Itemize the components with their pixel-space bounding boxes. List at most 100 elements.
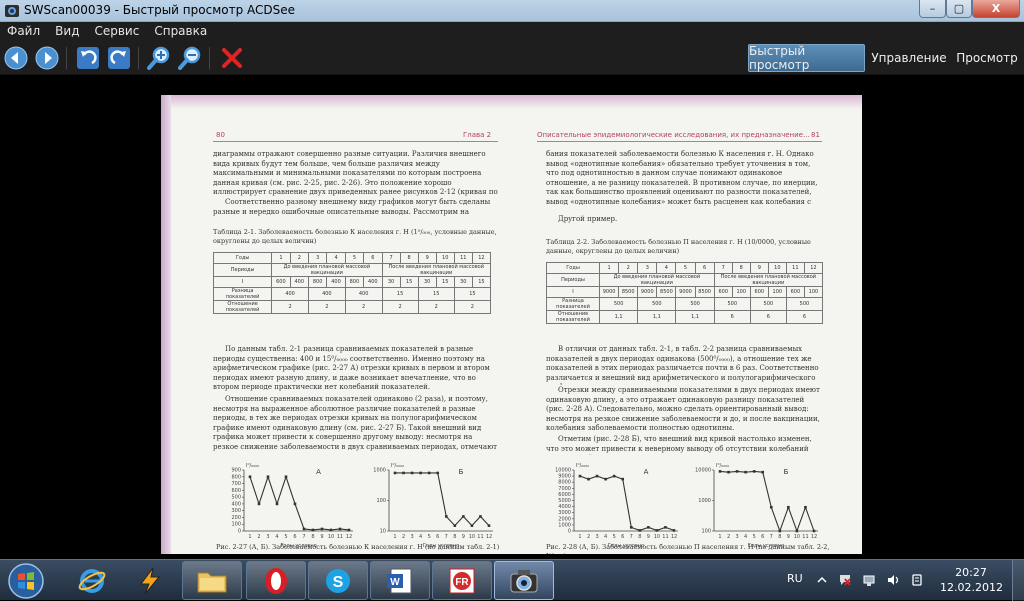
x-tick-label: 10 — [328, 534, 334, 540]
chart-2-28-b: 1001000100001 2 3 4 5 6 7 8 9 10 11 12БI⁰/₀₀₀₀Годы … — [695, 463, 818, 549]
data-point — [410, 471, 414, 475]
data-point — [320, 527, 324, 531]
table-cell: 600 — [713, 286, 733, 298]
network-icon[interactable] — [862, 573, 876, 587]
camera-icon — [510, 569, 538, 592]
next-icon[interactable] — [35, 46, 59, 70]
data-point — [655, 529, 659, 532]
data-point — [275, 502, 279, 506]
rotate-right-icon[interactable] — [107, 46, 131, 70]
x-tick-label: 11 — [337, 534, 343, 540]
x-tick-label: 1 — [393, 534, 396, 540]
table-cell: Отношение показателей — [545, 310, 601, 324]
table-cell: 400 — [344, 287, 383, 301]
table-cell: 9000 — [675, 286, 696, 298]
table-cell: 400 — [307, 287, 346, 301]
y-tick-label: 7000 — [558, 486, 571, 492]
x-tick-label: 6 — [621, 534, 624, 540]
x-tick-label: 6 — [761, 534, 764, 540]
table-cell: 5 — [344, 252, 365, 264]
x-tick-label: 12 — [671, 534, 677, 540]
left-header-rule — [213, 141, 498, 142]
x-tick-label: 8 — [778, 534, 781, 540]
close-button[interactable]: X — [972, 0, 1020, 18]
table-cell: После введения плановой массовой вакцина… — [713, 273, 824, 287]
taskbar-word[interactable]: W — [370, 561, 430, 600]
menu-file[interactable]: Файл — [0, 22, 48, 41]
y-tick-label: 300 — [231, 508, 241, 514]
data-point — [761, 470, 765, 474]
svg-text:FR: FR — [455, 577, 469, 588]
zoom-out-icon[interactable] — [178, 46, 202, 70]
svg-text:W: W — [390, 577, 400, 588]
data-point — [795, 529, 799, 533]
left-paragraph-1: диаграммы отражают совершенно разные сит… — [213, 150, 498, 198]
table-cell: 800 — [307, 276, 328, 288]
y-tick-label: 10000 — [695, 468, 711, 474]
table-cell: 15 — [399, 276, 419, 288]
y-tick-label: 5000 — [558, 498, 571, 504]
data-point — [638, 529, 642, 532]
table-cell: 2 — [289, 252, 309, 264]
taskbar-ie[interactable] — [62, 561, 122, 600]
show-hidden-icons-icon[interactable] — [815, 573, 829, 587]
volume-icon[interactable] — [886, 573, 900, 587]
image-viewer[interactable]: 80 Глава 2 диаграммы отражают совершенно… — [0, 75, 1024, 559]
data-point — [672, 529, 676, 532]
table-cell: 15 — [453, 287, 492, 301]
y-tick-label: 400 — [231, 501, 241, 507]
left-paragraph-4: Отношение сравниваемых показателей одина… — [213, 395, 498, 453]
table-cell: 500 — [637, 297, 677, 311]
menu-bar: Файл Вид Сервис Справка — [0, 22, 1024, 41]
y-tick-label: 9000 — [558, 474, 571, 480]
taskbar-opera[interactable] — [246, 561, 306, 600]
delete-icon[interactable] — [220, 46, 244, 70]
taskbar-acdsee[interactable] — [494, 561, 554, 600]
left-page-chapter: Глава 2 — [463, 131, 492, 139]
tab-manage[interactable]: Управление — [869, 44, 949, 72]
x-tick-label: 10 — [469, 534, 475, 540]
right-page-number: 81 — [811, 131, 820, 139]
minimize-button[interactable]: – — [919, 0, 946, 18]
x-tick-label: 11 — [802, 534, 808, 540]
y-tick-label: 2000 — [558, 516, 571, 522]
data-point — [718, 470, 722, 473]
table-cell: 6 — [694, 262, 715, 274]
x-tick-label: 1 — [248, 534, 251, 540]
taskbar-finereader[interactable]: FR — [432, 561, 492, 600]
y-tick-label: 3000 — [558, 510, 571, 516]
rotate-left-icon[interactable] — [76, 46, 100, 70]
right-figure-caption: Рис. 2-28 (А, Б). Заболеваемость болезнь… — [546, 543, 830, 554]
series-line — [249, 475, 350, 531]
show-desktop-button[interactable] — [1012, 560, 1024, 601]
table-cell: 4 — [656, 262, 677, 274]
taskbar-winamp[interactable] — [120, 561, 180, 600]
previous-icon[interactable] — [4, 46, 28, 70]
taskbar-skype[interactable]: S — [308, 561, 368, 600]
menu-help[interactable]: Справка — [147, 22, 215, 41]
tab-quick-view[interactable]: Быстрый просмотр — [748, 44, 865, 72]
system-clock[interactable]: 20:27 12.02.2012 — [940, 565, 1003, 595]
winamp-icon — [140, 567, 161, 594]
x-tick-label: 2 — [727, 534, 730, 540]
title-bar[interactable]: SWScan00039 - Быстрый просмотр ACDSee – … — [0, 0, 1024, 22]
data-point — [470, 524, 474, 527]
data-point — [727, 470, 730, 474]
menu-tools[interactable]: Сервис — [87, 22, 147, 41]
table-cell: 11 — [453, 252, 473, 264]
action-center-icon[interactable] — [838, 573, 852, 587]
x-tick-label: 12 — [346, 534, 352, 540]
start-button[interactable] — [4, 561, 48, 601]
table-cell: 500 — [675, 297, 715, 311]
zoom-in-icon[interactable] — [147, 46, 171, 70]
taskbar-explorer[interactable] — [182, 561, 242, 600]
menu-view[interactable]: Вид — [48, 22, 87, 41]
table-cell: 12 — [471, 252, 492, 264]
maximize-button[interactable]: ▢ — [946, 0, 972, 18]
table-cell: Годы — [212, 252, 273, 264]
data-point — [479, 515, 482, 518]
language-indicator[interactable]: RU — [787, 572, 803, 585]
table-cell: 4 — [326, 252, 346, 264]
tab-view[interactable]: Просмотр — [953, 44, 1021, 72]
device-icon[interactable] — [910, 573, 924, 587]
